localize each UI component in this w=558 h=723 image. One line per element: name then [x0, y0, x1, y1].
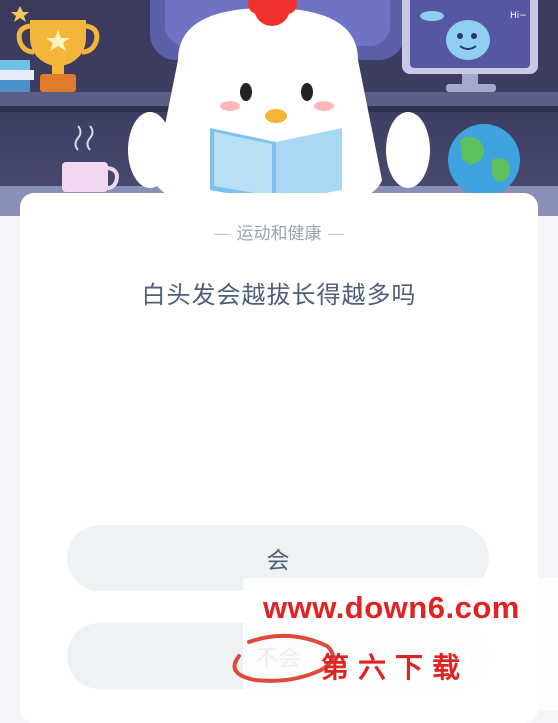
divider-dash: — [327, 224, 345, 244]
question-text: 白头发会越拔长得越多吗 [141, 281, 417, 309]
globe-icon [448, 124, 520, 196]
category-text: 运动和健康 [236, 224, 322, 244]
divider-dash: — [213, 224, 231, 244]
banner-scene: Hi~ [0, 0, 558, 216]
books-icon [0, 60, 34, 92]
site-watermark: www.down6.com 第六下载 [232, 578, 558, 710]
header-illustration: Hi~ [0, 0, 558, 216]
mug-icon [62, 125, 119, 192]
answer-option-label: 会 [266, 548, 290, 574]
monitor-greeting: Hi~ [510, 11, 527, 21]
watermark-site-name: 第六下载 [321, 651, 470, 684]
watermark-url: www.down6.com [263, 590, 520, 625]
category-label: — 运动和健康 — [20, 219, 538, 244]
